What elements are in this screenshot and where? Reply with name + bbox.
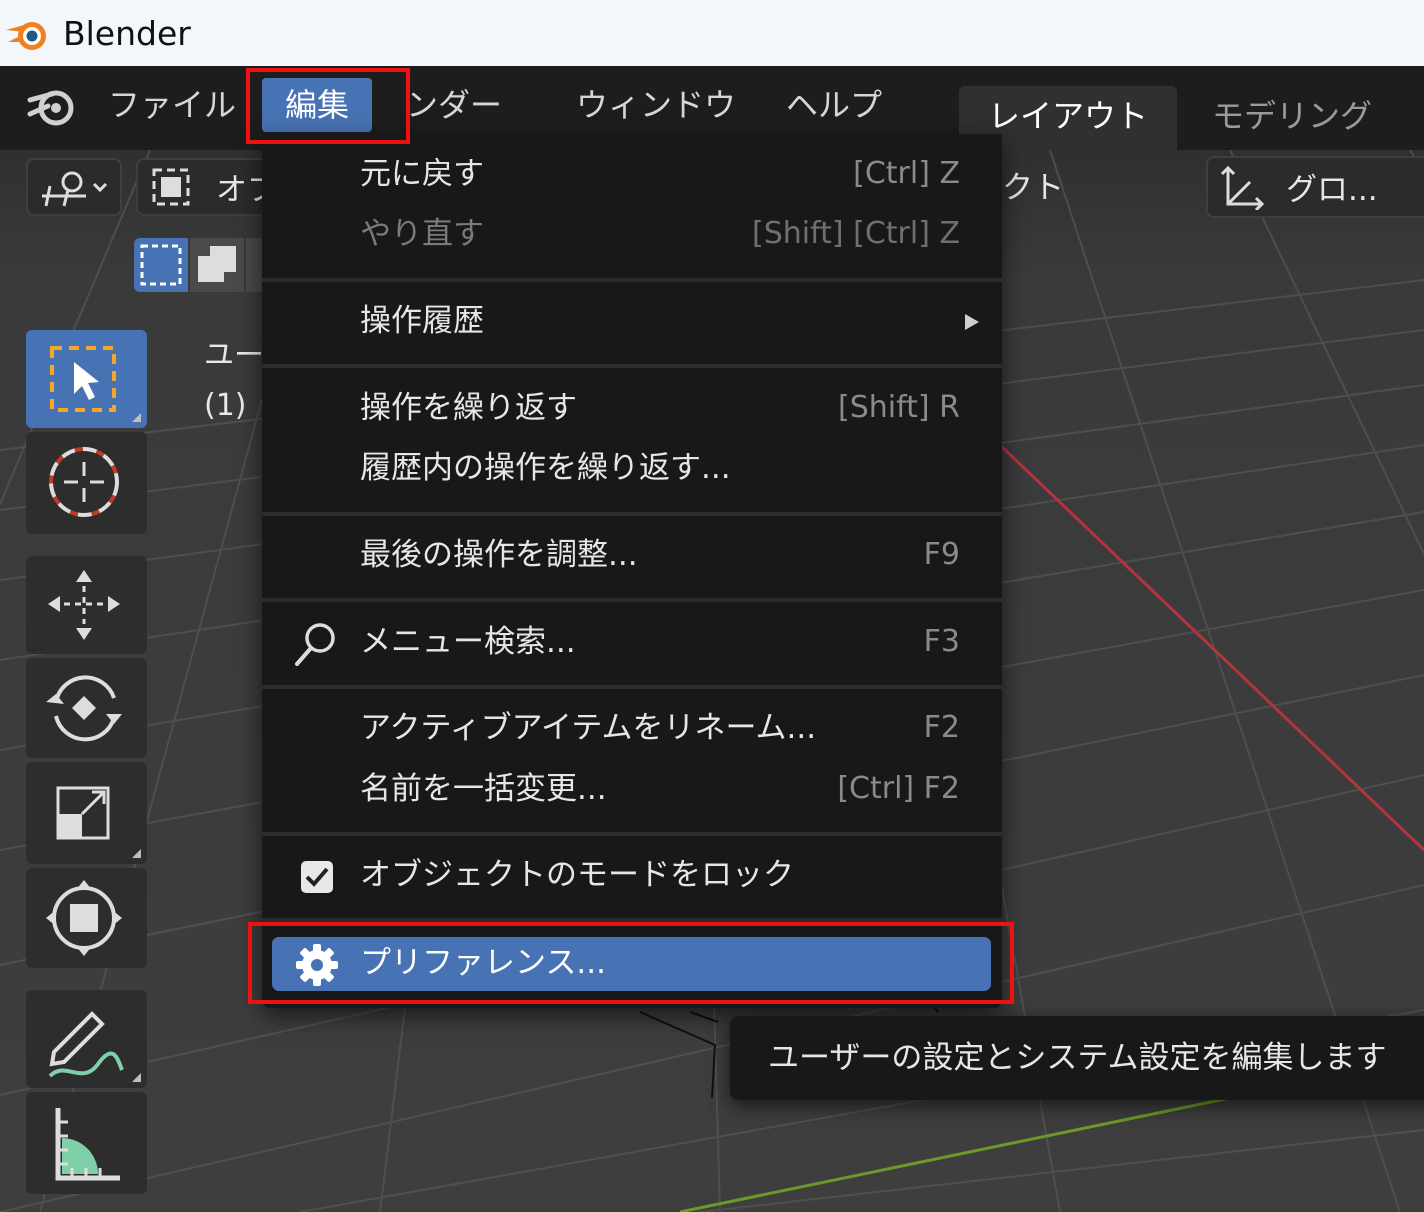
submenu-arrow-icon xyxy=(965,314,979,330)
search-icon xyxy=(295,623,335,666)
menu-separator xyxy=(262,364,1002,368)
measure-ruler-icon xyxy=(55,1108,120,1181)
tool-transform[interactable] xyxy=(26,868,147,968)
tool-cursor[interactable] xyxy=(26,432,147,534)
menu-item-undo-history[interactable]: 操作履歴 xyxy=(360,301,484,341)
blender-menu-icon[interactable] xyxy=(26,82,78,130)
select-box-icon xyxy=(140,244,182,286)
menu-separator xyxy=(262,685,1002,689)
tooltip: ユーザーの設定とシステム設定を編集します xyxy=(730,1016,1424,1100)
shortcut-repeat-last: [Shift] R xyxy=(838,390,960,425)
shortcut-redo: [Shift] [Ctrl] Z xyxy=(751,216,960,251)
viewport-info-line2: (1) xyxy=(204,388,247,423)
edit-menu: 元に戻す [Ctrl] Z やり直す [Shift] [Ctrl] Z 操作履歴… xyxy=(262,134,1002,1008)
tool-options-corner xyxy=(132,1073,141,1082)
highlight-box-edit-menu xyxy=(246,68,410,144)
select-mode-extend-button[interactable] xyxy=(190,238,244,292)
menu-render[interactable]: ンダー xyxy=(406,80,502,130)
menu-separator xyxy=(262,278,1002,282)
viewport-info-line1: ユー xyxy=(204,338,264,373)
blender-logo-icon xyxy=(6,22,46,50)
menu-item-menu-search[interactable]: メニュー検索... xyxy=(360,622,576,662)
menu-separator xyxy=(262,512,1002,516)
transform-orientation-label: グロ... xyxy=(1286,172,1378,208)
object-mode-icon xyxy=(152,168,190,206)
window-title: Blender xyxy=(63,14,191,53)
menu-help[interactable]: ヘルプ xyxy=(786,80,882,130)
workspace-tab-modeling[interactable]: モデリング xyxy=(1212,86,1372,150)
tool-annotate[interactable] xyxy=(26,990,147,1088)
tool-move[interactable] xyxy=(26,556,147,654)
shortcut-rename-active: F2 xyxy=(923,710,960,745)
tool-options-corner xyxy=(132,849,141,858)
tool-scale[interactable] xyxy=(26,762,147,864)
rotate-tool-icon xyxy=(46,675,122,742)
menu-item-lock-object-modes[interactable]: オブジェクトのモードをロック xyxy=(360,855,794,895)
transform-axes-icon xyxy=(1220,165,1265,210)
shortcut-menu-search: F3 xyxy=(923,624,960,659)
transform-tool-icon xyxy=(46,880,122,956)
menu-item-batch-rename[interactable]: 名前を一括変更... xyxy=(360,769,607,809)
tool-select-box[interactable] xyxy=(26,330,147,428)
menu-item-repeat-history[interactable]: 履歴内の操作を繰り返す... xyxy=(360,448,731,488)
menu-separator xyxy=(262,832,1002,836)
menu-item-redo[interactable]: やり直す xyxy=(360,214,484,254)
highlight-box-preferences xyxy=(248,922,1014,1004)
select-box-tool-icon xyxy=(50,346,116,412)
menu-item-repeat-last[interactable]: 操作を繰り返す xyxy=(360,388,577,428)
menu-item-adjust-last[interactable]: 最後の操作を調整... xyxy=(360,535,638,575)
object-gizmo-icon xyxy=(42,171,108,207)
view-object-type-button[interactable] xyxy=(26,158,122,216)
menu-item-rename-active[interactable]: アクティブアイテムをリネーム... xyxy=(360,708,816,748)
cursor-tool-icon xyxy=(49,447,119,517)
move-tool-icon xyxy=(48,570,120,640)
checkbox-checked-icon[interactable] xyxy=(300,860,334,894)
transform-orientation-dropdown[interactable]: グロ... xyxy=(1206,156,1424,218)
shortcut-batch-rename: [Ctrl] F2 xyxy=(837,771,960,806)
menu-item-undo[interactable]: 元に戻す xyxy=(360,154,484,194)
menu-window[interactable]: ウィンドウ xyxy=(576,80,736,130)
tool-measure[interactable] xyxy=(26,1092,147,1194)
tool-options-corner xyxy=(132,413,141,422)
scale-tool-icon xyxy=(56,786,110,840)
annotate-pencil-icon xyxy=(48,1011,124,1078)
tool-rotate[interactable] xyxy=(26,658,147,758)
shortcut-undo: [Ctrl] Z xyxy=(853,156,960,191)
window-titlebar xyxy=(0,0,1424,66)
tooltip-text: ユーザーの設定とシステム設定を編集します xyxy=(768,1040,1387,1076)
menu-file[interactable]: ファイル xyxy=(108,80,236,130)
select-extend-icon xyxy=(198,246,236,282)
menu-separator xyxy=(262,598,1002,602)
select-mode-new-button[interactable] xyxy=(134,238,188,292)
shortcut-adjust-last: F9 xyxy=(923,537,960,572)
select-menu-label[interactable]: クト xyxy=(1002,162,1064,207)
